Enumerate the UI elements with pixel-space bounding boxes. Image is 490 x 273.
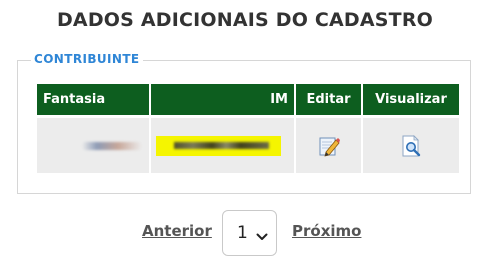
table-header-row: Fantasia IM Editar Visualizar (37, 84, 459, 118)
cell-im (151, 118, 294, 173)
page-title: DADOS ADICIONAIS DO CADASTRO (56, 9, 434, 31)
previous-page-link[interactable]: Anterior (142, 222, 212, 240)
table-row (37, 118, 459, 173)
redacted-im (156, 135, 281, 156)
page-select-value: 1 (237, 223, 248, 243)
col-header-visualizar: Visualizar (363, 84, 459, 118)
redacted-fantasia (82, 141, 142, 150)
cell-visualizar (363, 118, 459, 173)
cell-fantasia (37, 118, 149, 173)
chevron-down-icon (256, 227, 268, 246)
pencil-edit-icon[interactable] (317, 134, 341, 158)
pagination: Anterior 1 Próximo (0, 210, 490, 258)
col-header-editar: Editar (296, 84, 361, 118)
section-legend: CONTRIBUINTE (31, 52, 143, 66)
cell-editar (296, 118, 361, 173)
contribuinte-table: Fantasia IM Editar Visualizar (35, 84, 461, 173)
magnifier-view-icon[interactable] (399, 134, 423, 158)
col-header-im: IM (151, 84, 294, 118)
col-header-fantasia: Fantasia (37, 84, 149, 118)
next-page-link[interactable]: Próximo (292, 222, 361, 240)
page-select[interactable]: 1 (222, 210, 277, 256)
